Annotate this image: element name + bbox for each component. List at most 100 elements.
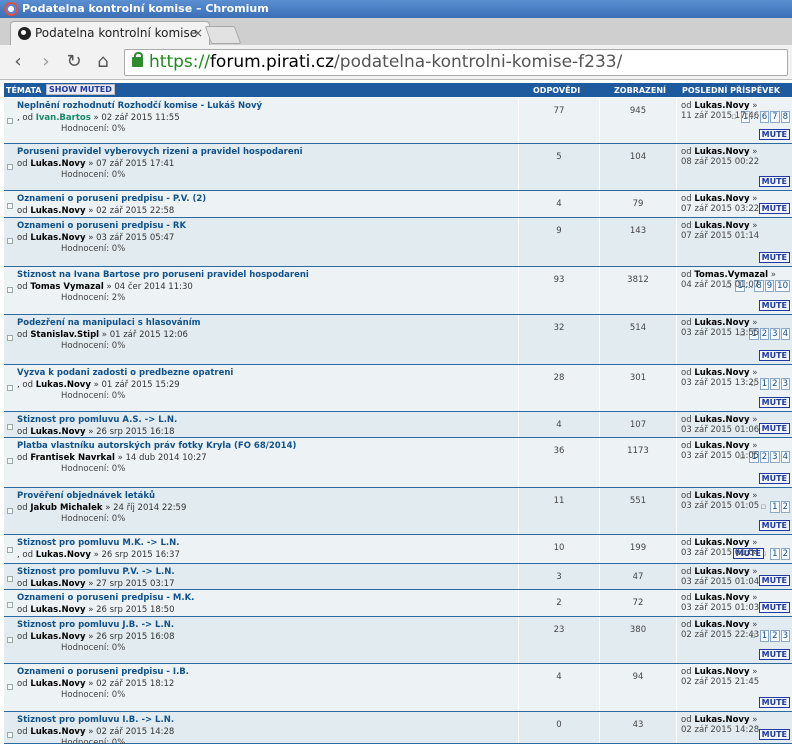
mute-button[interactable]: MUTE <box>758 300 790 311</box>
mute-button[interactable]: MUTE <box>758 575 790 586</box>
last-post-date[interactable]: 07 zář 2015 03:22 <box>681 204 759 214</box>
last-post-author-link[interactable]: Lukas.Novy <box>694 667 749 677</box>
last-post-date[interactable]: 03 zář 2015 01:04 <box>681 548 759 558</box>
mute-button[interactable]: MUTE <box>758 176 790 187</box>
address-bar[interactable]: https://forum.pirati.cz/podatelna-kontro… <box>124 49 788 76</box>
topic-title-link[interactable]: Neplnění rozhodnutí Rozhodčí komise - Lu… <box>17 101 262 111</box>
topic-author-link[interactable]: Jakub Michalek <box>30 503 102 513</box>
topic-author-link[interactable]: Lukas.Novy <box>30 159 85 169</box>
last-post-date[interactable]: 08 zář 2015 00:22 <box>681 157 759 167</box>
page-link[interactable]: 3 <box>780 630 790 642</box>
mute-button[interactable]: MUTE <box>758 423 790 434</box>
page-link[interactable]: 8 <box>780 111 790 123</box>
last-post-author-link[interactable]: Lukas.Novy <box>694 221 749 231</box>
show-muted-button[interactable]: SHOW MUTED <box>46 84 115 95</box>
last-post-author-link[interactable]: Lukas.Novy <box>694 491 749 501</box>
mute-button[interactable]: MUTE <box>758 252 790 263</box>
mute-button[interactable]: MUTE <box>758 203 790 214</box>
page-link[interactable]: 6 <box>759 111 770 123</box>
topic-author-link[interactable]: Tomas Vymazal <box>30 282 103 292</box>
topic-author-link[interactable]: Lukas.Novy <box>36 380 91 390</box>
page-link[interactable]: 1 <box>759 630 770 642</box>
topic-author-link[interactable]: Lukas.Novy <box>30 727 85 737</box>
topic-title-link[interactable]: Oznameni o poruseni predpisu - P.V. (2) <box>17 194 206 204</box>
topic-title-link[interactable]: Stiznost pro pomluvu P.V. -> L.N. <box>17 567 175 577</box>
page-link[interactable]: 2 <box>759 328 770 340</box>
last-post-author-link[interactable]: Lukas.Novy <box>694 593 749 603</box>
topic-title-link[interactable]: Vyzva k podani zadosti o predbezne opatr… <box>17 368 233 378</box>
home-button[interactable]: ⌂ <box>93 51 113 73</box>
topic-title-link[interactable]: Oznameni o poruseni predpisu - M.K. <box>17 593 194 603</box>
mute-button[interactable]: MUTE <box>758 397 790 408</box>
page-link[interactable]: 2 <box>780 501 790 513</box>
topic-author-link[interactable]: Frantisek Navrkal <box>30 453 115 463</box>
topic-title-link[interactable]: Prověření objednávek letáků <box>17 491 155 501</box>
last-post-date[interactable]: 03 zář 2015 13:25 <box>681 378 759 388</box>
last-post-author-link[interactable]: Tomas.Vymazal <box>694 270 768 280</box>
topic-author-link[interactable]: Lukas.Novy <box>36 550 91 560</box>
topic-author-link[interactable]: Lukas.Novy <box>30 679 85 689</box>
last-post-author-link[interactable]: Lukas.Novy <box>694 620 749 630</box>
page-link[interactable]: 10 <box>775 280 790 292</box>
topic-author-link[interactable]: Stanislav.Stipl <box>30 330 99 340</box>
mute-button[interactable]: MUTE <box>758 350 790 361</box>
mute-button[interactable]: MUTE <box>758 729 790 740</box>
page-link[interactable]: 3 <box>770 328 780 340</box>
forward-button[interactable]: › <box>36 51 56 73</box>
topic-author-link[interactable]: Ivan.Bartos <box>36 113 91 123</box>
last-post-author-link[interactable]: Lukas.Novy <box>694 567 749 577</box>
last-post-author-link[interactable]: Lukas.Novy <box>694 368 749 378</box>
last-post-author-link[interactable]: Lukas.Novy <box>694 538 749 548</box>
topic-title-link[interactable]: Oznameni o poruseni predpisu - I.B. <box>17 667 189 677</box>
mute-button[interactable]: MUTE <box>758 129 790 140</box>
page-link[interactable]: 1 <box>770 548 780 560</box>
reload-button[interactable]: ↻ <box>64 51 84 73</box>
browser-tab[interactable]: Podatelna kontrolní komise × <box>10 21 210 45</box>
mute-button[interactable]: MUTE <box>758 649 790 660</box>
last-post-date[interactable]: 02 zář 2015 14:28 <box>681 725 759 735</box>
last-post-date[interactable]: 02 zář 2015 22:43 <box>681 630 759 640</box>
topic-author-link[interactable]: Lukas.Novy <box>30 233 85 243</box>
topic-title-link[interactable]: Oznameni o poruseni predpisu - RK <box>17 221 186 231</box>
page-link[interactable]: 2 <box>780 548 790 560</box>
page-link[interactable]: 4 <box>780 328 790 340</box>
topic-author-link[interactable]: Lukas.Novy <box>30 427 85 437</box>
last-post-author-link[interactable]: Lukas.Novy <box>694 318 749 328</box>
topic-title-link[interactable]: Stiznost pro pomluvu I.B. -> L.N. <box>17 715 174 725</box>
page-link[interactable]: 7 <box>770 111 780 123</box>
back-button[interactable]: ‹ <box>8 51 28 73</box>
topic-title-link[interactable]: Podezření na manipulaci s hlasováním <box>17 318 200 328</box>
last-post-author-link[interactable]: Lukas.Novy <box>694 147 749 157</box>
topic-author-link[interactable]: Lukas.Novy <box>30 632 85 642</box>
last-post-date[interactable]: 03 zář 2015 01:06 <box>681 425 759 435</box>
new-tab-button[interactable] <box>204 26 242 44</box>
topic-author-link[interactable]: Lukas.Novy <box>30 605 85 615</box>
topic-title-link[interactable]: Stiznost pro pomluvu A.S. -> L.N. <box>17 415 177 425</box>
page-link[interactable]: 1 <box>770 501 780 513</box>
last-post-date[interactable]: 03 zář 2015 01:05 <box>681 501 759 511</box>
topic-title-link[interactable]: Stiznost pro pomluvu J.B. -> L.N. <box>17 620 174 630</box>
topic-author-link[interactable]: Lukas.Novy <box>30 206 85 216</box>
mute-button[interactable]: MUTE <box>758 520 790 531</box>
mute-button[interactable]: MUTE <box>758 697 790 708</box>
mute-button[interactable]: MUTE <box>758 473 790 484</box>
last-post-author-link[interactable]: Lukas.Novy <box>694 715 749 725</box>
last-post-author-link[interactable]: Lukas.Novy <box>694 441 749 451</box>
page-link[interactable]: 3 <box>780 378 790 390</box>
page-link[interactable]: 4 <box>780 451 790 463</box>
last-post-date[interactable]: 07 zář 2015 01:14 <box>681 231 759 241</box>
topic-title-link[interactable]: Platba vlastníku autorských práv fotky K… <box>17 441 296 451</box>
mute-button[interactable]: MUTE <box>758 602 790 613</box>
last-post-author-link[interactable]: Lukas.Novy <box>694 101 749 111</box>
last-post-date[interactable]: 03 zář 2015 01:03 <box>681 603 759 613</box>
last-post-author-link[interactable]: Lukas.Novy <box>694 415 749 425</box>
page-link[interactable]: 2 <box>770 378 780 390</box>
topic-title-link[interactable]: Stiznost pro pomluvu M.K. -> L.N. <box>17 538 179 548</box>
last-post-date[interactable]: 03 zář 2015 01:05 <box>681 451 759 461</box>
last-post-date[interactable]: 11 zář 2015 17:46 <box>681 111 759 121</box>
page-link[interactable]: 3 <box>770 451 780 463</box>
page-link[interactable]: 2 <box>770 630 780 642</box>
last-post-date[interactable]: 03 zář 2015 13:55 <box>681 328 759 338</box>
page-link[interactable]: 1 <box>759 378 770 390</box>
last-post-date[interactable]: 02 zář 2015 21:45 <box>681 677 759 687</box>
